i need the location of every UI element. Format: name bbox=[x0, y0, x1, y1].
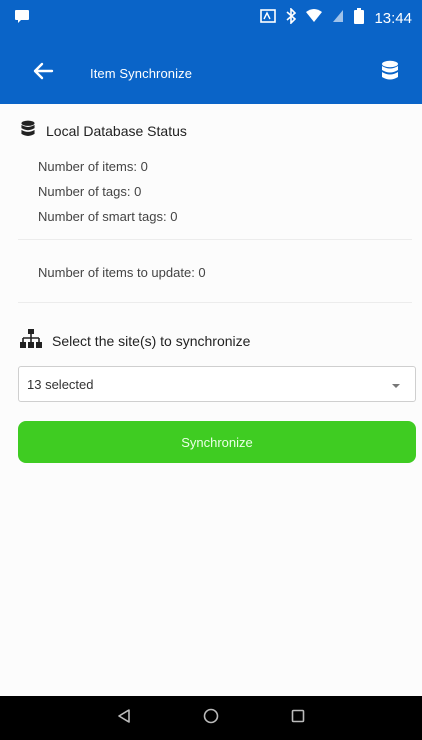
circle-home-icon bbox=[203, 708, 219, 729]
status-bar: 13:44 bbox=[0, 0, 422, 36]
sites-header: Select the site(s) to synchronize bbox=[20, 329, 250, 352]
local-db-header-label: Local Database Status bbox=[46, 122, 187, 139]
nav-bar bbox=[0, 696, 422, 740]
site-select-value: 13 selected bbox=[27, 376, 94, 392]
nav-home-button[interactable] bbox=[191, 698, 231, 738]
tags-count: Number of tags: 0 bbox=[38, 184, 142, 199]
divider bbox=[18, 302, 412, 303]
square-recents-icon bbox=[291, 709, 305, 728]
local-db-header: Local Database Status bbox=[20, 120, 187, 141]
arrow-left-icon bbox=[32, 60, 54, 87]
smart-tags-count: Number of smart tags: 0 bbox=[38, 209, 178, 224]
synchronize-button[interactable]: Synchronize bbox=[18, 421, 416, 463]
app-bar: 13:44 Item Synchronize bbox=[0, 0, 422, 104]
back-button[interactable] bbox=[22, 52, 64, 94]
wifi-icon bbox=[306, 8, 323, 28]
database-button[interactable] bbox=[370, 53, 410, 93]
toolbar: Item Synchronize bbox=[0, 50, 422, 96]
items-to-update-count: Number of items to update: 0 bbox=[38, 265, 206, 280]
status-time: 13:44 bbox=[374, 9, 412, 27]
divider bbox=[18, 239, 412, 240]
cast-icon bbox=[260, 8, 277, 28]
database-icon bbox=[20, 120, 36, 141]
nav-back-button[interactable] bbox=[104, 698, 144, 738]
site-select[interactable]: 13 selected bbox=[18, 366, 416, 402]
items-count: Number of items: 0 bbox=[38, 159, 148, 174]
battery-icon bbox=[354, 7, 365, 29]
sitemap-icon bbox=[20, 329, 42, 352]
notification-icon bbox=[14, 8, 30, 29]
content-area: Local Database Status Number of items: 0… bbox=[0, 104, 422, 696]
database-icon bbox=[381, 60, 399, 87]
caret-down-icon bbox=[391, 377, 401, 392]
page-title: Item Synchronize bbox=[90, 65, 193, 81]
signal-icon bbox=[332, 9, 344, 28]
bluetooth-icon bbox=[286, 6, 297, 29]
triangle-back-icon bbox=[116, 708, 132, 729]
sites-header-label: Select the site(s) to synchronize bbox=[52, 332, 251, 349]
nav-recents-button[interactable] bbox=[278, 698, 318, 738]
